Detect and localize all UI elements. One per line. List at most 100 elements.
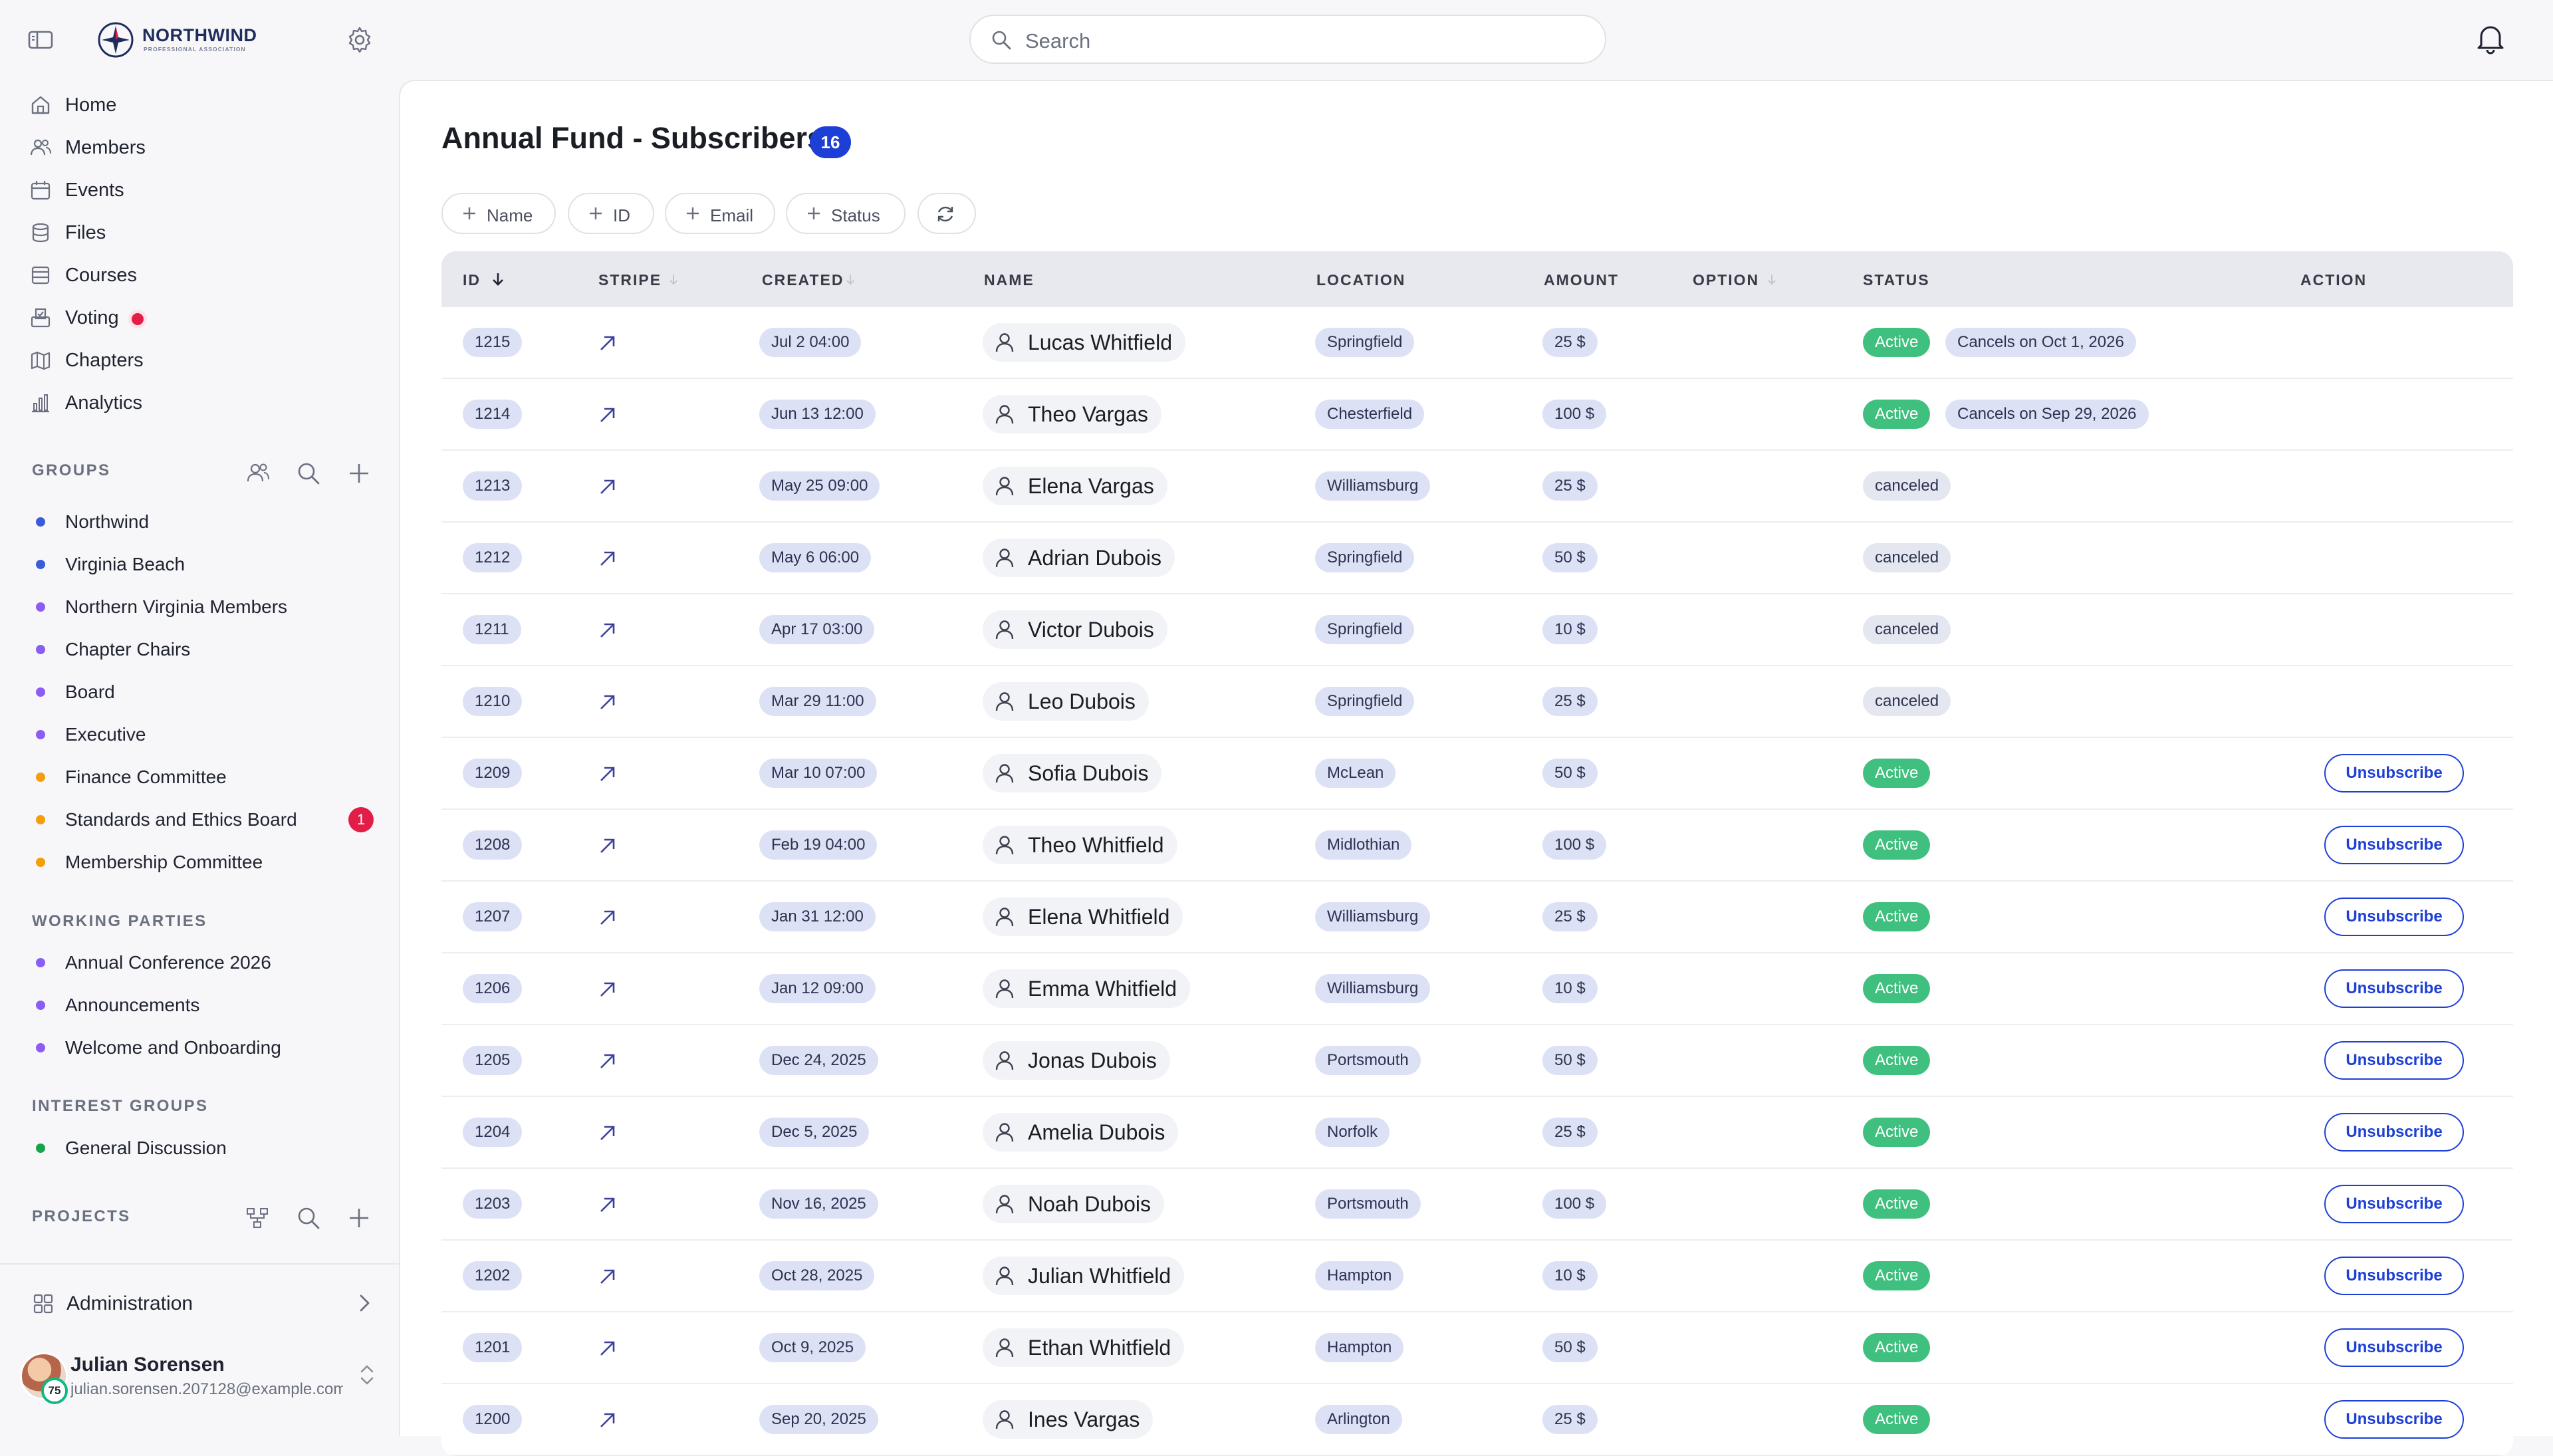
table-row[interactable]: 1202 Oct 28, 2025 Julian Whitfield Hampt… [441, 1241, 2513, 1312]
add-project-icon[interactable] [344, 1203, 374, 1233]
arrow-down-icon[interactable] [491, 271, 505, 287]
subscriber-name[interactable]: Adrian Dubois [983, 539, 1175, 577]
subscriber-name[interactable]: Noah Dubois [983, 1185, 1164, 1223]
unsubscribe-button[interactable]: Unsubscribe [2324, 1041, 2464, 1080]
table-row[interactable]: 1206 Jan 12 09:00 Emma Whitfield William… [441, 953, 2513, 1025]
refresh-button[interactable] [917, 193, 976, 234]
group-item[interactable]: Standards and Ethics Board 1 [0, 798, 399, 840]
subscriber-name[interactable]: Leo Dubois [983, 682, 1149, 721]
user-menu[interactable]: 75 Julian Sorensen julian.sorensen.20712… [0, 1344, 399, 1411]
subscriber-name[interactable]: Lucas Whitfield [983, 323, 1185, 362]
external-link-icon[interactable] [596, 1408, 620, 1432]
subscriber-name[interactable]: Victor Dubois [983, 610, 1167, 649]
external-link-icon[interactable] [596, 1049, 620, 1073]
sort-icon[interactable] [1764, 271, 1779, 287]
column-header-option[interactable]: OPTION [1693, 271, 1759, 289]
nav-item-chapters[interactable]: Chapters [0, 338, 399, 381]
unsubscribe-button[interactable]: Unsubscribe [2324, 1185, 2464, 1223]
external-link-icon[interactable] [596, 403, 620, 427]
table-row[interactable]: 1205 Dec 24, 2025 Jonas Dubois Portsmout… [441, 1025, 2513, 1097]
external-link-icon[interactable] [596, 762, 620, 786]
nav-item-voting[interactable]: Voting [0, 296, 399, 338]
unsubscribe-button[interactable]: Unsubscribe [2324, 826, 2464, 864]
external-link-icon[interactable] [596, 1121, 620, 1145]
external-link-icon[interactable] [596, 618, 620, 642]
table-row[interactable]: 1215 Jul 2 04:00 Lucas Whitfield Springf… [441, 307, 2513, 379]
gear-icon[interactable] [344, 25, 375, 55]
table-row[interactable]: 1214 Jun 13 12:00 Theo Vargas Chesterfie… [441, 379, 2513, 451]
table-row[interactable]: 1207 Jan 31 12:00 Elena Whitfield Willia… [441, 882, 2513, 953]
nav-item-home[interactable]: Home [0, 83, 399, 126]
subscriber-name[interactable]: Ethan Whitfield [983, 1328, 1185, 1367]
column-header-name[interactable]: NAME [984, 271, 1034, 289]
column-header-created[interactable]: CREATED [762, 271, 844, 289]
subscriber-name[interactable]: Ines Vargas [983, 1400, 1154, 1439]
sort-icon[interactable] [843, 271, 858, 287]
group-item[interactable]: Membership Committee [0, 840, 399, 883]
add-group-icon[interactable] [344, 459, 374, 488]
external-link-icon[interactable] [596, 1265, 620, 1288]
external-link-icon[interactable] [596, 331, 620, 355]
subscriber-name[interactable]: Emma Whitfield [983, 969, 1191, 1008]
table-row[interactable]: 1211 Apr 17 03:00 Victor Dubois Springfi… [441, 594, 2513, 666]
external-link-icon[interactable] [596, 834, 620, 858]
table-row[interactable]: 1213 May 25 09:00 Elena Vargas Williamsb… [441, 451, 2513, 523]
subscriber-name[interactable]: Elena Whitfield [983, 898, 1183, 936]
administration-link[interactable]: Administration [0, 1280, 399, 1327]
bell-icon[interactable] [2472, 20, 2509, 57]
group-item[interactable]: Northwind [0, 500, 399, 543]
filter-email-button[interactable]: Email [665, 193, 775, 234]
unsubscribe-button[interactable]: Unsubscribe [2324, 1328, 2464, 1367]
table-row[interactable]: 1203 Nov 16, 2025 Noah Dubois Portsmouth… [441, 1169, 2513, 1241]
group-item[interactable]: Board [0, 670, 399, 713]
table-row[interactable]: 1210 Mar 29 11:00 Leo Dubois Springfield… [441, 666, 2513, 738]
nav-item-members[interactable]: Members [0, 126, 399, 168]
unsubscribe-button[interactable]: Unsubscribe [2324, 1257, 2464, 1295]
subscriber-name[interactable]: Jonas Dubois [983, 1041, 1170, 1080]
project-tree-icon[interactable] [243, 1203, 273, 1233]
column-header-id[interactable]: ID [463, 271, 481, 289]
column-header-amount[interactable]: AMOUNT [1544, 271, 1619, 289]
group-item[interactable]: Executive [0, 713, 399, 755]
working-party-item[interactable]: Annual Conference 2026 [0, 941, 399, 983]
table-row[interactable]: 1200 Sep 20, 2025 Ines Vargas Arlington … [441, 1384, 2513, 1456]
filter-status-button[interactable]: Status [786, 193, 906, 234]
unsubscribe-button[interactable]: Unsubscribe [2324, 754, 2464, 792]
table-row[interactable]: 1212 May 6 06:00 Adrian Dubois Springfie… [441, 523, 2513, 594]
group-item[interactable]: Northern Virginia Members [0, 585, 399, 628]
subscriber-name[interactable]: Julian Whitfield [983, 1257, 1185, 1295]
external-link-icon[interactable] [596, 475, 620, 499]
subscriber-name[interactable]: Theo Vargas [983, 395, 1161, 433]
external-link-icon[interactable] [596, 977, 620, 1001]
table-row[interactable]: 1201 Oct 9, 2025 Ethan Whitfield Hampton… [441, 1312, 2513, 1384]
external-link-icon[interactable] [596, 1336, 620, 1360]
external-link-icon[interactable] [596, 906, 620, 929]
unsubscribe-button[interactable]: Unsubscribe [2324, 898, 2464, 936]
northwind-logo-icon[interactable] [97, 21, 134, 59]
table-row[interactable]: 1204 Dec 5, 2025 Amelia Dubois Norfolk 2… [441, 1097, 2513, 1169]
subscriber-name[interactable]: Theo Whitfield [983, 826, 1177, 864]
nav-item-events[interactable]: Events [0, 168, 399, 211]
search-input[interactable]: Search [969, 15, 1606, 64]
unsubscribe-button[interactable]: Unsubscribe [2324, 1400, 2464, 1439]
search-icon[interactable] [294, 1203, 323, 1233]
unsubscribe-button[interactable]: Unsubscribe [2324, 969, 2464, 1008]
working-party-item[interactable]: Announcements [0, 983, 399, 1026]
table-row[interactable]: 1208 Feb 19 04:00 Theo Whitfield Midloth… [441, 810, 2513, 882]
external-link-icon[interactable] [596, 690, 620, 714]
subscriber-name[interactable]: Sofia Dubois [983, 754, 1162, 792]
manage-groups-icon[interactable] [243, 459, 273, 488]
nav-item-courses[interactable]: Courses [0, 253, 399, 296]
table-row[interactable]: 1209 Mar 10 07:00 Sofia Dubois McLean 50… [441, 738, 2513, 810]
sort-icon[interactable] [666, 271, 681, 287]
unsubscribe-button[interactable]: Unsubscribe [2324, 1113, 2464, 1152]
subscriber-name[interactable]: Amelia Dubois [983, 1113, 1179, 1152]
filter-name-button[interactable]: Name [441, 193, 556, 234]
working-party-item[interactable]: Welcome and Onboarding [0, 1026, 399, 1068]
group-item[interactable]: Finance Committee [0, 755, 399, 798]
nav-item-files[interactable]: Files [0, 211, 399, 253]
nav-item-analytics[interactable]: Analytics [0, 381, 399, 424]
group-item[interactable]: Virginia Beach [0, 543, 399, 585]
column-header-stripe[interactable]: STRIPE [598, 271, 662, 289]
group-item[interactable]: Chapter Chairs [0, 628, 399, 670]
